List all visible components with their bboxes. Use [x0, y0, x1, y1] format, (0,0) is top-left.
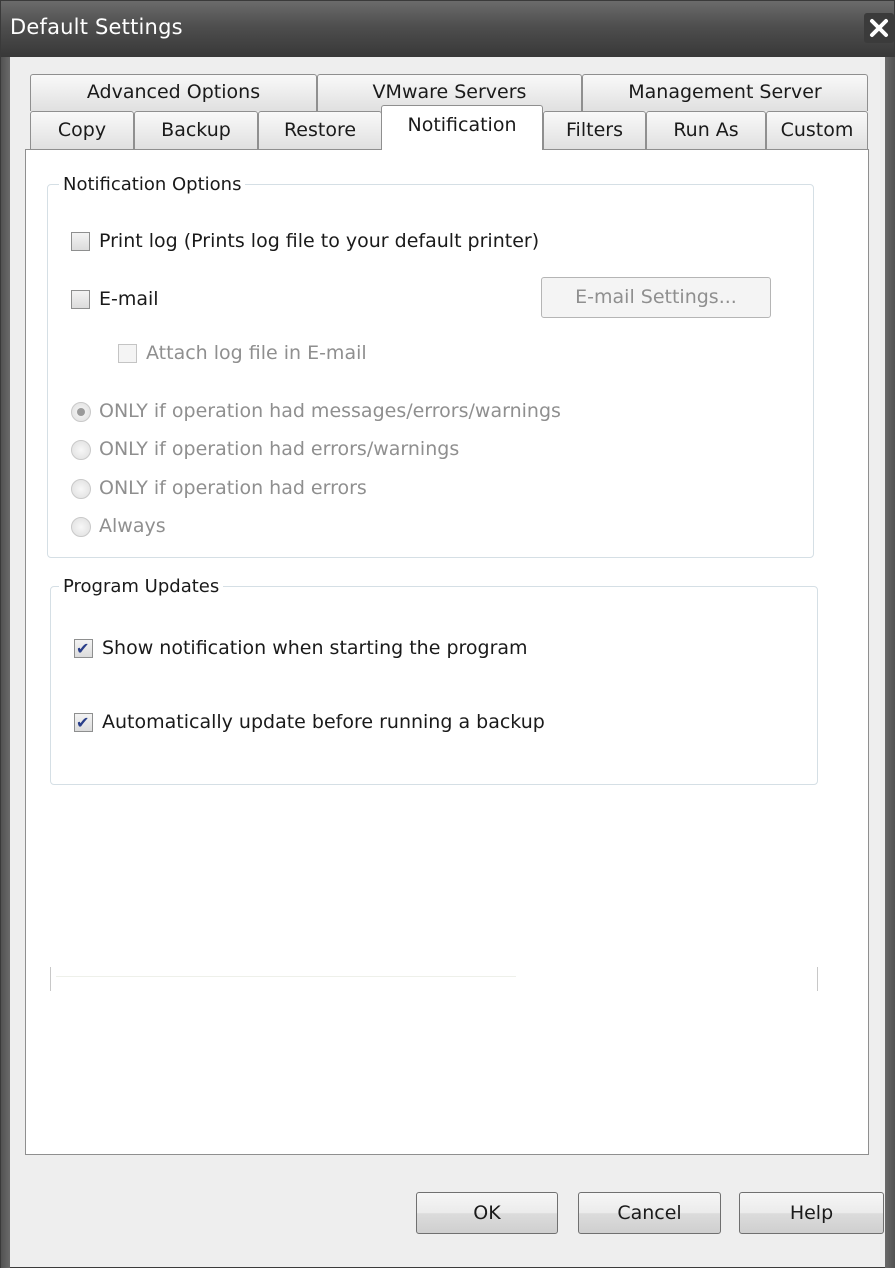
radio-label-messages-errors-warnings[interactable]: ONLY if operation had messages/errors/wa… [99, 400, 561, 422]
attach-log-label[interactable]: Attach log file in E-mail [146, 342, 367, 364]
notification-options-title: Notification Options [59, 174, 246, 195]
radio-errors-warnings[interactable] [71, 440, 91, 460]
show-notification-label[interactable]: Show notification when starting the prog… [102, 637, 528, 659]
program-updates-title: Program Updates [59, 576, 224, 597]
radio-messages-errors-warnings[interactable] [71, 402, 91, 422]
attach-log-checkbox[interactable] [118, 344, 137, 363]
tab-filters[interactable]: Filters [543, 111, 646, 149]
print-log-label[interactable]: Print log (Prints log file to your defau… [99, 230, 539, 252]
tab-backup[interactable]: Backup [134, 111, 258, 149]
tab-advanced-options[interactable]: Advanced Options [30, 74, 317, 111]
ok-button[interactable]: OK [416, 1192, 558, 1234]
radio-label-errors[interactable]: ONLY if operation had errors [99, 477, 367, 499]
notification-tab-panel: Notification Options Print log (Prints l… [25, 149, 869, 1155]
radio-selected-dot [77, 408, 85, 416]
radio-errors[interactable] [71, 479, 91, 499]
dialog-window: Default Settings Advanced Options VMware… [0, 0, 895, 1268]
radio-label-always[interactable]: Always [99, 515, 166, 537]
radio-always[interactable] [71, 517, 91, 537]
tab-custom[interactable]: Custom [766, 111, 868, 149]
radio-label-errors-warnings[interactable]: ONLY if operation had errors/warnings [99, 438, 459, 460]
help-button[interactable]: Help [739, 1192, 884, 1234]
email-settings-button[interactable]: E-mail Settings... [541, 277, 771, 318]
tab-copy[interactable]: Copy [30, 111, 134, 149]
auto-update-checkbox[interactable]: ✔ [74, 713, 93, 732]
program-updates-group [50, 586, 818, 785]
title-bar[interactable]: Default Settings [1, 1, 894, 57]
tab-notification[interactable]: Notification [381, 105, 543, 150]
checkmark-icon: ✔ [76, 639, 90, 658]
tab-restore[interactable]: Restore [258, 111, 382, 149]
close-button[interactable] [864, 13, 894, 43]
email-checkbox[interactable] [71, 290, 90, 309]
print-log-checkbox[interactable] [71, 232, 90, 251]
faint-divider-left [50, 967, 51, 991]
close-icon [864, 13, 894, 43]
checkmark-icon: ✔ [76, 713, 90, 732]
window-title: Default Settings [10, 15, 183, 39]
cancel-button[interactable]: Cancel [578, 1192, 721, 1234]
faint-divider-right [817, 967, 818, 991]
tab-run-as[interactable]: Run As [646, 111, 766, 149]
right-frame-border [885, 57, 895, 1268]
tab-management-server[interactable]: Management Server [582, 74, 868, 111]
show-notification-checkbox[interactable]: ✔ [74, 639, 93, 658]
left-frame-border [1, 57, 10, 1268]
auto-update-label[interactable]: Automatically update before running a ba… [102, 711, 545, 733]
email-label[interactable]: E-mail [99, 288, 159, 310]
faint-divider [56, 976, 516, 977]
